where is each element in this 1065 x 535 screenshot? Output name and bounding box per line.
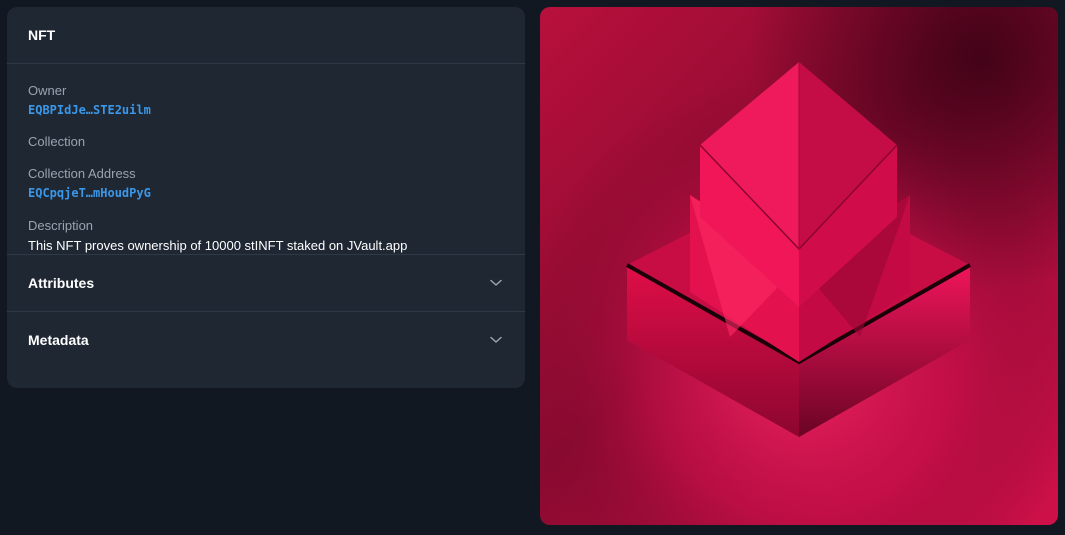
collection-label: Collection <box>28 134 86 149</box>
owner-address-link[interactable]: EQBPIdJe…STE2uilm <box>28 102 504 118</box>
attributes-accordion[interactable]: Attributes <box>7 255 525 312</box>
owner-label: Owner <box>28 83 67 98</box>
nft-image <box>540 7 1058 525</box>
chevron-down-icon <box>490 279 502 286</box>
chevron-down-icon <box>490 336 502 343</box>
description-text: This NFT proves ownership of 10000 stINF… <box>28 238 408 253</box>
attributes-label: Attributes <box>28 275 95 291</box>
metadata-accordion[interactable]: Metadata <box>7 312 525 368</box>
collection-address-link[interactable]: EQCpqjeT…mHoudPyG <box>28 185 504 201</box>
card-title: NFT <box>7 7 525 64</box>
nft-artwork <box>540 7 1058 525</box>
nft-details: Owner EQBPIdJe…STE2uilm Collection Colle… <box>7 64 525 255</box>
collection-address-label: Collection Address <box>28 166 136 181</box>
nft-details-card: NFT Owner EQBPIdJe…STE2uilm Collection C… <box>7 7 525 388</box>
metadata-label: Metadata <box>28 332 89 348</box>
description-label: Description <box>28 218 94 233</box>
